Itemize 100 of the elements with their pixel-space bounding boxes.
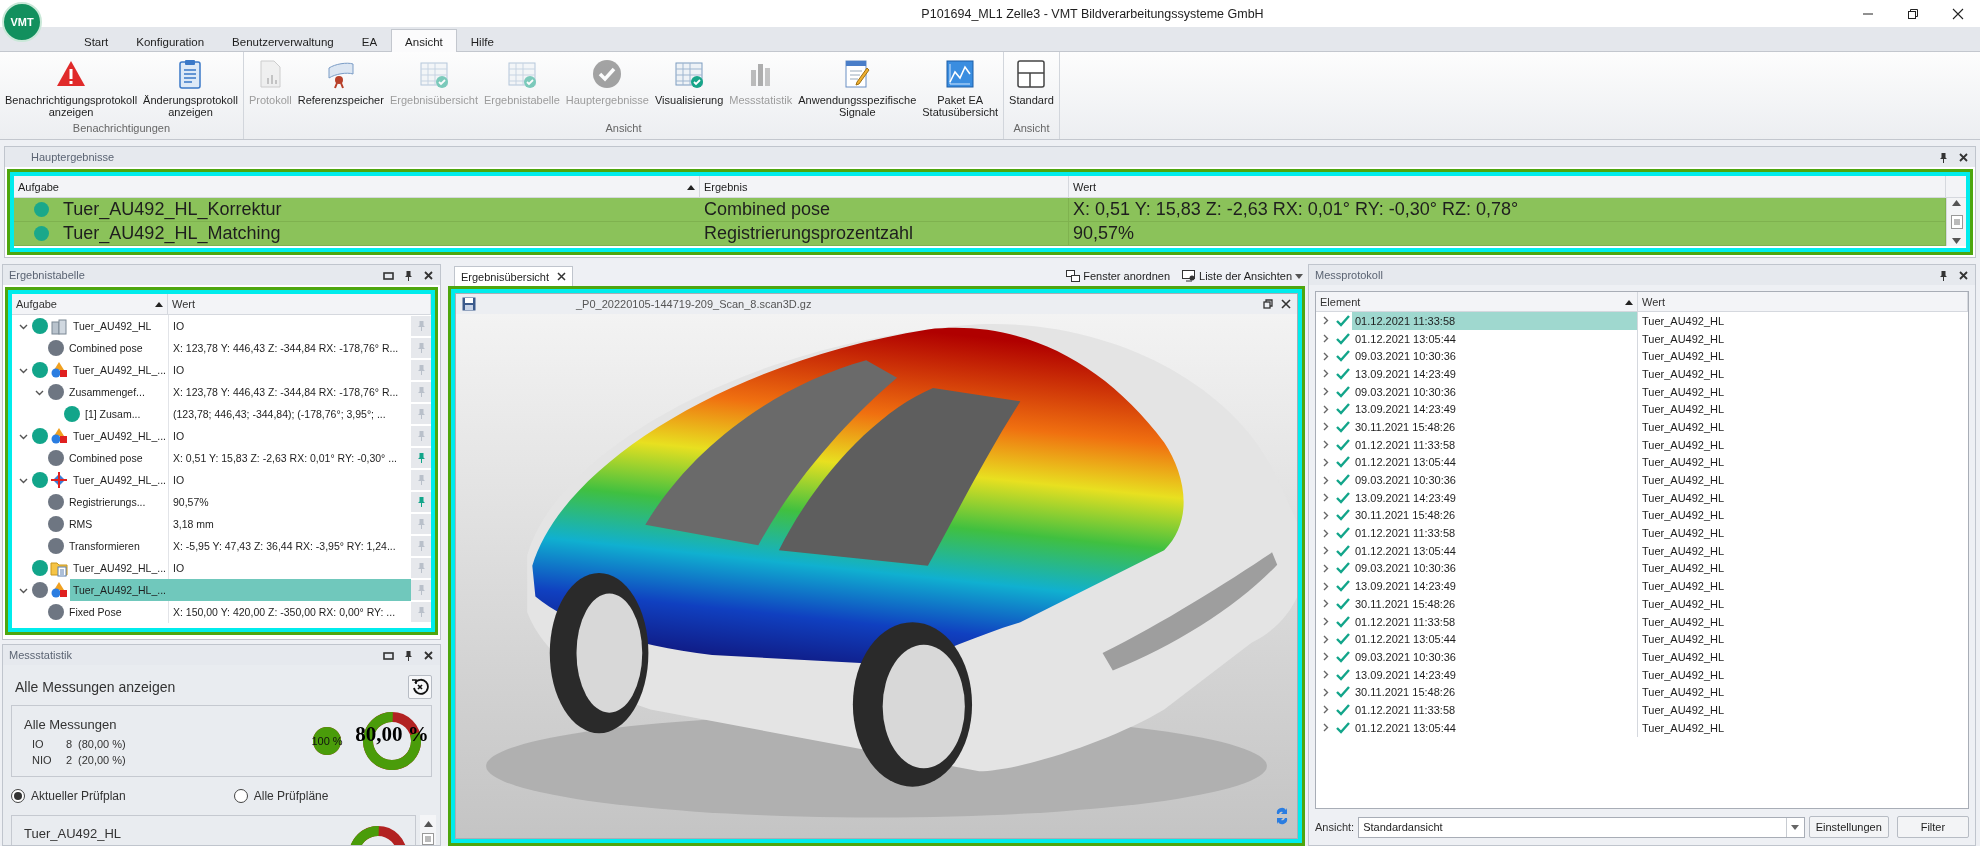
close-icon[interactable] xyxy=(423,269,434,281)
table-cell[interactable]: 13.09.2021 14:23:49 xyxy=(1352,400,1638,419)
table-cell[interactable]: 13.09.2021 14:23:49 xyxy=(1352,665,1638,684)
table-cell[interactable]: 09.03.2021 10:30:36 xyxy=(1352,559,1638,578)
pin-button[interactable] xyxy=(411,447,431,469)
column-header[interactable]: Element xyxy=(1316,292,1638,311)
table-cell[interactable]: 13.09.2021 14:23:49 xyxy=(1352,488,1638,507)
table-cell-text: Tuer_AU492_HL xyxy=(1641,597,1726,610)
ribbon-button[interactable]: Visualisierung xyxy=(652,52,727,106)
table-cell-text: Tuer_AU492_HL xyxy=(1641,367,1726,380)
menu-tab[interactable]: Start xyxy=(70,30,123,52)
close-icon[interactable] xyxy=(1958,269,1969,281)
close-icon[interactable] xyxy=(1958,151,1969,163)
table-cell[interactable]: 01.12.2021 11:33:58 xyxy=(1352,524,1638,542)
ribbon-button[interactable]: Standard xyxy=(1006,52,1057,106)
card-title: Tuer_AU492_HL xyxy=(24,826,122,843)
table-cell[interactable]: 01.12.2021 11:33:58 xyxy=(1352,701,1638,719)
check-icon xyxy=(1336,509,1350,522)
window-icon[interactable] xyxy=(383,649,394,661)
ribbon-button[interactable]: Anwendungsspezifische Signale xyxy=(795,52,920,118)
view-dropdown[interactable]: Standardansicht xyxy=(1358,816,1805,838)
save-icon[interactable] xyxy=(462,297,476,311)
menu-tab[interactable]: Konfiguration xyxy=(122,30,219,52)
table-cell[interactable]: 01.12.2021 13:05:44 xyxy=(1352,718,1638,737)
radio-icon[interactable] xyxy=(233,789,248,803)
stat-share: (80,00 %) xyxy=(78,737,127,750)
column-header[interactable]: Wert xyxy=(1638,292,1968,311)
menu-tab[interactable]: Hilfe xyxy=(456,30,508,52)
scroll-up-icon[interactable] xyxy=(1952,200,1961,206)
table-cell: Registrierungsprozentzahl xyxy=(700,222,1069,245)
toolbar-button[interactable]: Fenster anordnen xyxy=(1064,266,1173,286)
table-cell[interactable]: 13.09.2021 14:23:49 xyxy=(1352,577,1638,595)
table-cell[interactable]: 01.12.2021 11:33:58 xyxy=(1352,612,1638,631)
close-icon[interactable] xyxy=(557,272,567,281)
table-cell[interactable]: 09.03.2021 10:30:36 xyxy=(1352,471,1638,489)
toolbar-button[interactable]: Liste der Ansichten xyxy=(1180,266,1305,286)
pin-icon[interactable] xyxy=(403,649,414,661)
table-cell-text: Tuer_AU492_HL xyxy=(1641,509,1726,522)
table-cell[interactable]: 09.03.2021 10:30:36 xyxy=(1352,648,1638,666)
scroll-thumb[interactable] xyxy=(422,833,434,845)
menu-tab[interactable]: EA xyxy=(347,30,392,52)
table-cell-text: Tuer_AU492_HL xyxy=(1641,474,1726,487)
restore-icon[interactable] xyxy=(1263,299,1273,309)
table-cell[interactable]: 30.11.2021 15:48:26 xyxy=(1352,595,1638,613)
filter-button[interactable]: Filter xyxy=(1896,816,1969,838)
panel-title: Messprotokoll xyxy=(1315,269,1384,281)
shapes-icon xyxy=(50,581,68,599)
table-cell-text: Tuer_AU492_HL xyxy=(1641,491,1726,504)
restore-icon[interactable] xyxy=(1906,7,1919,20)
tree-row[interactable]: Tuer_AU492_HL_... xyxy=(70,579,411,601)
column-header[interactable]: Aufgabe xyxy=(14,176,700,197)
close-icon[interactable] xyxy=(423,649,434,661)
reset-button[interactable] xyxy=(408,675,432,699)
column-header[interactable]: Wert xyxy=(1069,176,1946,197)
table-cell[interactable]: 01.12.2021 13:05:44 xyxy=(1352,329,1638,348)
pin-icon[interactable] xyxy=(403,269,414,281)
shapes-icon xyxy=(50,361,68,379)
document-tab[interactable]: Ergebnisübersicht xyxy=(454,266,574,286)
radio-icon[interactable] xyxy=(11,789,25,803)
table-cell[interactable]: 13.09.2021 14:23:49 xyxy=(1352,365,1638,383)
menu-tab[interactable]: Ansicht xyxy=(391,29,457,53)
table-cell[interactable]: 01.12.2021 11:33:58 xyxy=(1352,435,1638,454)
table-cell-text: Tuer_AU492_HL xyxy=(1641,456,1726,469)
column-header[interactable]: Wert xyxy=(168,294,431,314)
table-cell[interactable]: 01.12.2021 13:05:44 xyxy=(1352,541,1638,560)
scroll-thumb[interactable] xyxy=(1950,215,1963,229)
table-cell[interactable]: 09.03.2021 10:30:36 xyxy=(1352,347,1638,366)
table-cell[interactable]: 30.11.2021 15:48:26 xyxy=(1352,418,1638,436)
ribbon-button[interactable]: Benachrichtigungsprotokoll anzeigen xyxy=(2,52,141,118)
monitor-icon xyxy=(1182,270,1197,282)
column-header[interactable]: Aufgabe xyxy=(12,294,168,314)
result-row[interactable]: Tuer_AU492_HL_Korrektur Combined pose X: 0,51 Y: 15,83 Z: -2,63 RX: 0,01° RY: -0,30° RZ: 0,78° xyxy=(14,198,1946,222)
table-cell[interactable]: 30.11.2021 15:48:26 xyxy=(1352,683,1638,702)
window-icon[interactable] xyxy=(383,269,394,281)
close-icon[interactable] xyxy=(1281,299,1291,309)
table-cell[interactable]: 01.12.2021 13:05:44 xyxy=(1352,630,1638,649)
scrollbar[interactable] xyxy=(420,815,436,845)
table-cell-text: Tuer_AU492_HL xyxy=(1641,615,1726,628)
ribbon-button[interactable]: Referenzspeicher xyxy=(294,52,387,106)
radio-button[interactable]: Alle Prüfpläne xyxy=(233,789,329,803)
ribbon-button[interactable]: Paket EA Statusübersicht xyxy=(919,52,1002,118)
ribbon-button[interactable]: Änderungsprotokoll anzeigen xyxy=(140,52,241,118)
table-cell[interactable]: 09.03.2021 10:30:36 xyxy=(1352,382,1638,401)
scroll-down-icon[interactable] xyxy=(1952,238,1961,244)
scrollbar[interactable] xyxy=(1946,198,1966,246)
pin-icon[interactable] xyxy=(1938,269,1949,281)
check-icon xyxy=(1336,703,1350,716)
scroll-up-icon[interactable] xyxy=(423,821,433,827)
pin-icon[interactable] xyxy=(1938,151,1949,163)
radio-button[interactable]: Aktueller Prüfplan xyxy=(11,789,126,803)
stat-share: (20,00 %) xyxy=(78,753,127,766)
table-cell[interactable]: 30.11.2021 15:48:26 xyxy=(1352,506,1638,525)
table-cell[interactable]: 01.12.2021 13:05:44 xyxy=(1352,453,1638,472)
menu-tab[interactable]: Benutzerverwaltung xyxy=(218,30,348,52)
pin-button[interactable] xyxy=(411,491,431,513)
settings-button[interactable]: Einstellungen xyxy=(1808,816,1889,838)
close-icon[interactable] xyxy=(1951,7,1964,20)
column-header[interactable]: Ergebnis xyxy=(700,176,1069,197)
table-cell[interactable]: 01.12.2021 11:33:58 xyxy=(1352,312,1638,330)
result-row[interactable]: Tuer_AU492_HL_Matching Registrierungsprozentzahl 90,57% xyxy=(14,222,1946,246)
